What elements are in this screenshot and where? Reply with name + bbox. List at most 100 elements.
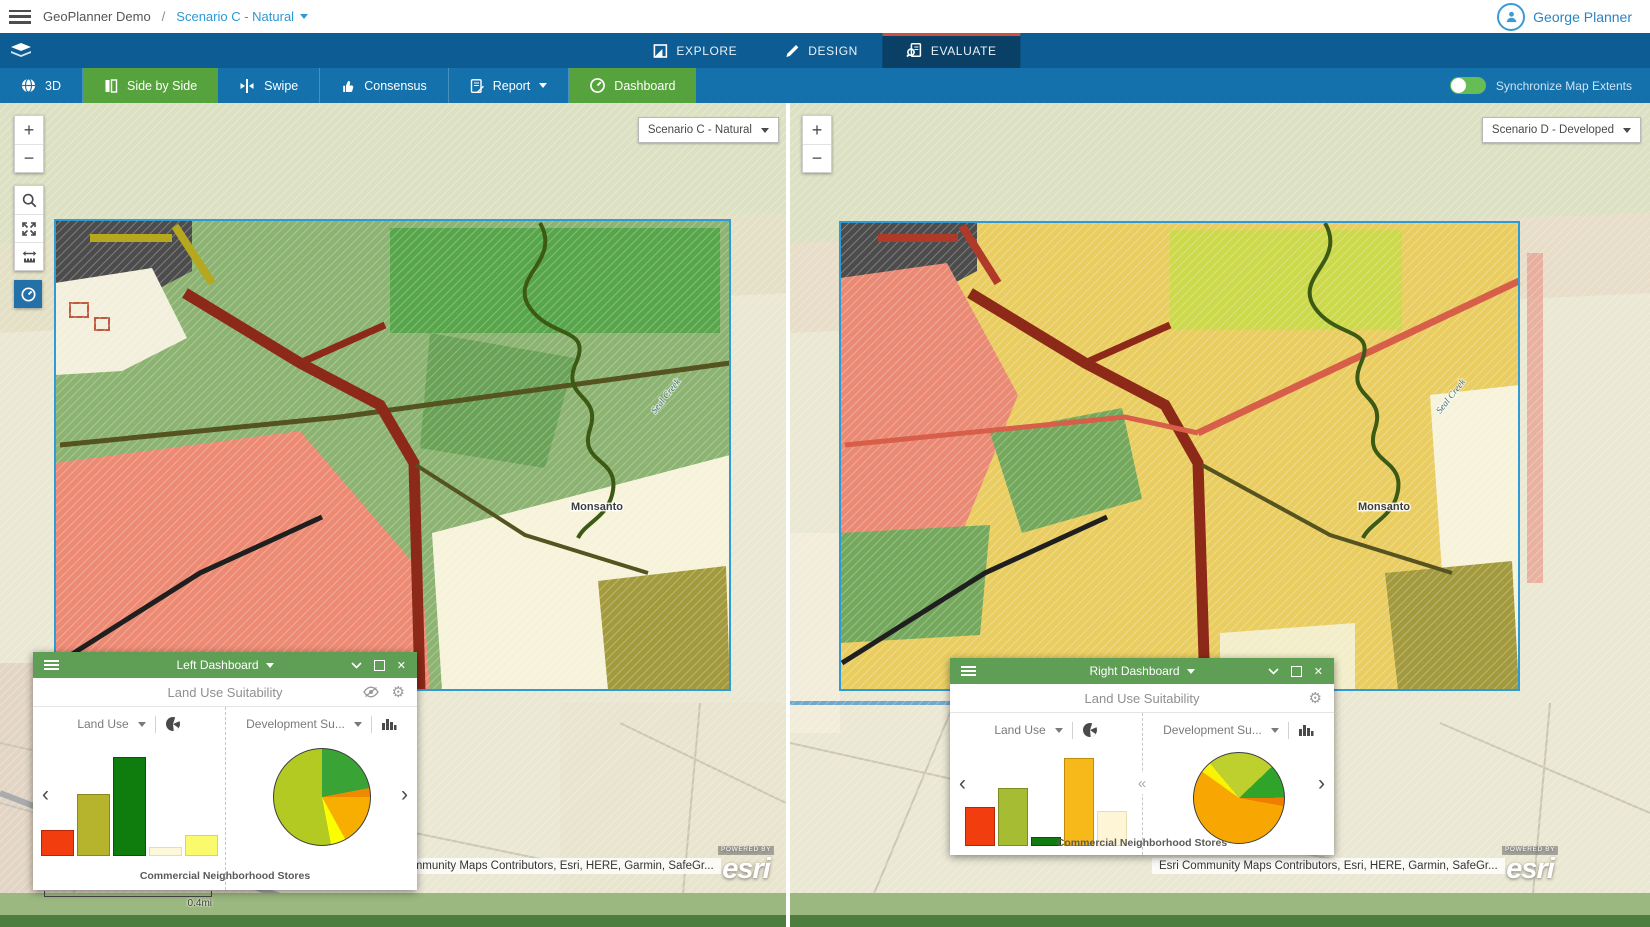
consensus-thumb-icon (341, 79, 355, 93)
collapse-icon[interactable] (1268, 668, 1279, 675)
dashboard-button[interactable]: Dashboard (569, 68, 696, 103)
dashboard-body: Land Use Development Su... (33, 707, 417, 890)
land-use-bar-chart (965, 750, 1127, 846)
separator (1288, 722, 1289, 739)
caret-down-icon[interactable] (1055, 728, 1063, 733)
map-left-scenario-c: Monsanto Seal Creek + − (0, 103, 786, 927)
zoom-in-button[interactable]: + (803, 116, 831, 144)
map-right-scenario-d: Monsanto Seal Creek + − Scenario D - Dev… (790, 103, 1650, 927)
previous-indicator-button[interactable]: ‹ (959, 773, 966, 794)
bar-dark-green (113, 757, 146, 856)
caret-down-icon (539, 83, 547, 88)
development-suitability-pie-chart (1193, 752, 1285, 844)
scale-mi-label: 0.4mi (44, 898, 212, 909)
search-icon[interactable] (15, 186, 43, 214)
3d-button[interactable]: 3D (0, 68, 83, 103)
pie-chart-type-icon[interactable] (165, 716, 181, 732)
bar-red (41, 830, 74, 856)
widget-label: Land Use (994, 723, 1045, 737)
side-by-side-button[interactable]: Side by Side (83, 68, 218, 103)
dashboard-tool-button[interactable] (14, 280, 42, 308)
map-attribution: Esri Community Maps Contributors, Esri, … (1152, 858, 1505, 874)
geoplanner-app: GeoPlanner Demo / Scenario C - Natural G… (0, 0, 1650, 927)
caret-down-icon[interactable] (354, 722, 362, 727)
left-dashboard-header[interactable]: Left Dashboard ✕ (33, 652, 417, 678)
gear-icon[interactable]: ⚙ (392, 685, 405, 700)
swipe-icon (239, 79, 255, 93)
next-indicator-button[interactable]: › (401, 784, 408, 805)
zoom-out-button[interactable]: − (803, 144, 831, 172)
user-name: George Planner (1533, 9, 1632, 25)
bar-chart-type-icon[interactable] (381, 717, 397, 731)
collapse-widget-button[interactable]: « (1137, 773, 1147, 794)
app-title: GeoPlanner Demo (43, 9, 151, 24)
visibility-icon[interactable] (363, 686, 379, 698)
evaluate-doc-magnifier-icon (906, 43, 922, 58)
user-avatar-icon (1497, 3, 1525, 31)
maximize-icon[interactable] (374, 660, 385, 671)
bar-amber (1064, 758, 1094, 846)
swipe-button[interactable]: Swipe (218, 68, 320, 103)
previous-indicator-button[interactable]: ‹ (42, 784, 49, 805)
close-icon[interactable]: ✕ (1314, 665, 1323, 678)
toolbar-right: Synchronize Map Extents (1450, 68, 1650, 103)
consensus-button[interactable]: Consensus (320, 68, 449, 103)
caret-down-icon[interactable] (1271, 728, 1279, 733)
tab-evaluate[interactable]: EVALUATE (882, 33, 1021, 68)
caret-down-icon[interactable] (138, 722, 146, 727)
development-suitability-widget: Development Su... (1142, 713, 1334, 855)
scenario-menu-link[interactable]: Scenario C - Natural (176, 9, 308, 24)
right-dashboard-panel: Right Dashboard ✕ Land Use Suitability (950, 658, 1334, 855)
bar-cream (149, 847, 182, 856)
window-buttons: ✕ (1268, 665, 1334, 678)
bar-olive (77, 794, 110, 856)
measure-icon[interactable] (15, 242, 43, 270)
zoom-controls-left: + − (14, 115, 44, 173)
widget-label: Land Use (77, 717, 128, 731)
globe-icon (21, 78, 36, 93)
user-menu[interactable]: George Planner (1497, 3, 1650, 31)
dashboard-menu-icon[interactable] (961, 666, 976, 676)
tab-design[interactable]: DESIGN (761, 33, 882, 68)
dashboard-subtitle-row: Land Use Suitability ⚙ (950, 684, 1334, 713)
tab-explore[interactable]: EXPLORE (629, 33, 761, 68)
scale-rule (44, 891, 212, 897)
map-attribution: Esri Community Maps Contributors, Esri, … (368, 858, 721, 874)
breadcrumb-separator: / (162, 9, 166, 24)
report-button[interactable]: Report (449, 68, 570, 103)
pie-chart-type-icon[interactable] (1082, 722, 1098, 738)
side-by-side-maps: Monsanto Seal Creek + − (0, 103, 1650, 927)
close-icon[interactable]: ✕ (397, 659, 406, 672)
zoom-out-button[interactable]: − (15, 144, 43, 172)
dashboard-menu-icon[interactable] (44, 660, 59, 670)
zoom-in-button[interactable]: + (15, 116, 43, 144)
synchronize-map-extents-toggle[interactable] (1450, 77, 1486, 94)
caret-down-icon (761, 128, 769, 133)
caret-down-icon (1187, 669, 1195, 674)
expand-extent-icon[interactable] (15, 214, 43, 242)
bar-yellow (185, 835, 218, 856)
dashboard-title: Left Dashboard (176, 658, 258, 672)
land-use-widget: Land Use (950, 713, 1142, 855)
maximize-icon[interactable] (1291, 666, 1302, 677)
dashboard-body: Land Use Development Su... (950, 713, 1334, 855)
dashboard-gauge-icon (590, 78, 605, 93)
gear-icon[interactable]: ⚙ (1309, 691, 1322, 706)
collapse-icon[interactable] (351, 662, 362, 669)
widget-label: Development Su... (246, 717, 345, 731)
mode-tabs: EXPLORE DESIGN EVALUATE (629, 33, 1020, 68)
place-label: Monsanto (571, 501, 623, 513)
layers-icon[interactable] (8, 40, 34, 62)
window-buttons: ✕ (351, 659, 417, 672)
next-indicator-button[interactable]: › (1318, 773, 1325, 794)
main-menu-icon[interactable] (9, 10, 31, 24)
breadcrumb: GeoPlanner Demo / Scenario C - Natural (43, 9, 308, 24)
right-dashboard-header[interactable]: Right Dashboard ✕ (950, 658, 1334, 684)
scenario-selector-right[interactable]: Scenario D - Developed (1482, 117, 1641, 143)
scenario-selector-left[interactable]: Scenario C - Natural (638, 117, 779, 143)
caret-down-icon (1623, 128, 1631, 133)
explore-map-icon (653, 44, 667, 58)
panel-title: Land Use Suitability (1085, 691, 1200, 706)
separator (1072, 722, 1073, 739)
bar-chart-type-icon[interactable] (1298, 723, 1314, 737)
